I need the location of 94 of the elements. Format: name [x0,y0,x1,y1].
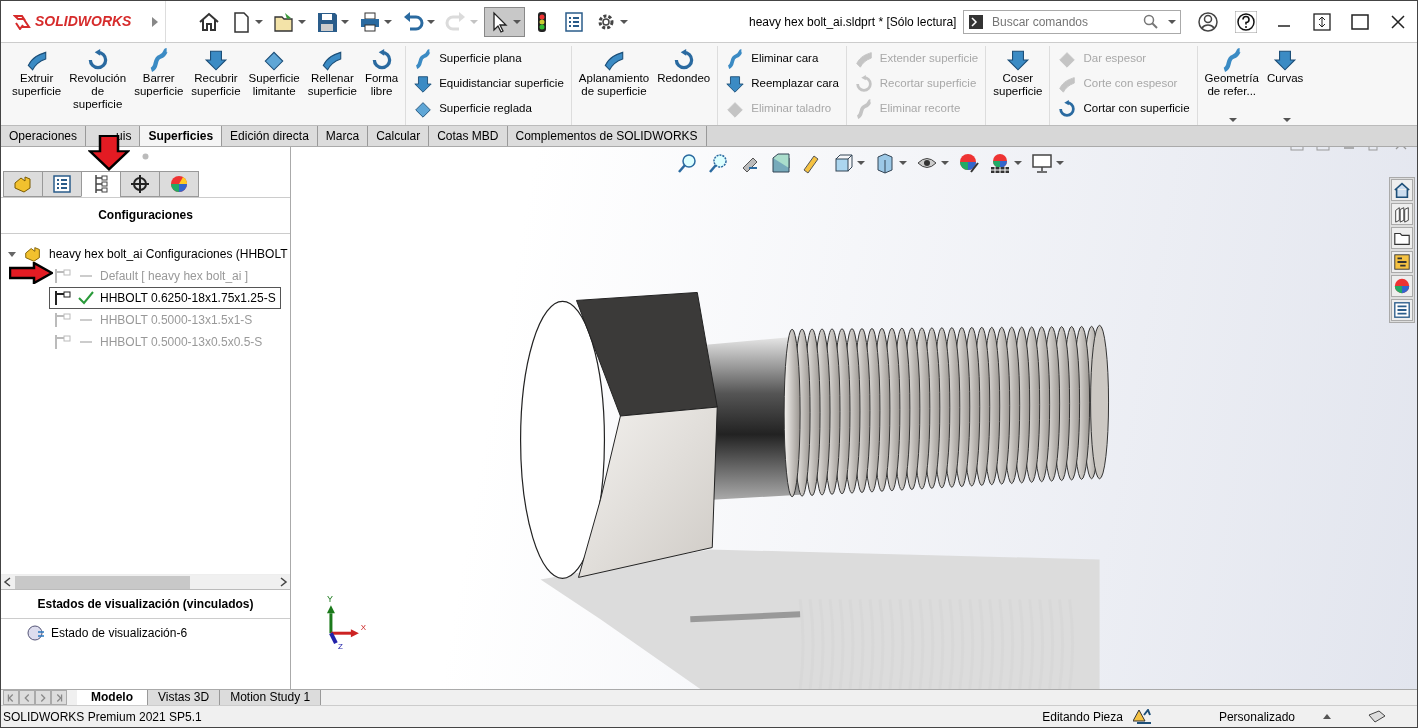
ribbon-button[interactable]: Reemplazar cara [722,71,842,96]
expand-arrow-icon[interactable] [151,16,160,27]
bottom-tab[interactable]: Motion Study 1 [220,690,322,705]
display-style-icon[interactable] [874,152,896,174]
caret-icon[interactable] [384,18,393,25]
logo-icon [13,13,31,30]
rebuild-warning-icon[interactable] [1132,708,1151,725]
command-tab[interactable]: Marca [317,126,369,146]
ribbon-button[interactable]: Aplanamiento de superficie [575,46,653,125]
caret-icon[interactable] [1282,117,1291,123]
caret-icon[interactable] [427,18,436,25]
ribbon-button[interactable]: Redondeo [654,46,714,125]
caret-icon[interactable] [255,18,264,25]
panel-title: Configuraciones [1,198,290,234]
ribbon-button[interactable]: Equidistanciar superficie [410,71,567,96]
scene-icon[interactable] [989,152,1011,174]
command-tab[interactable]: Cotas MBD [429,126,508,146]
bottom-tab[interactable]: Modelo [77,690,148,705]
search-icon [1143,13,1159,30]
save-icon[interactable] [316,10,339,33]
surface-tool-icon[interactable] [413,73,434,94]
undo-icon[interactable] [402,10,425,33]
list-icon[interactable] [51,173,73,195]
color-wheel-icon[interactable] [168,173,190,195]
ribbon-button[interactable]: Superficie limitante [245,46,303,125]
expanded-arrow-icon[interactable] [7,249,17,259]
ribbon-button[interactable]: Extruir superficie [9,46,65,125]
surface-tool-icon[interactable] [1057,98,1078,119]
bottom-tab[interactable]: Vistas 3D [148,690,221,705]
tree-item[interactable]: heavy hex bolt_ai Configuraciones (HHBOLT [49,245,288,263]
ribbon-button[interactable]: Superficie plana [410,46,567,71]
annotation-arrow [9,262,53,284]
caret-icon[interactable] [941,160,949,166]
section-title: Estados de visualización (vinculados) [1,589,290,619]
command-tab[interactable]: Superficies [140,126,223,146]
caret-icon[interactable] [298,18,307,25]
surface-tool-icon[interactable] [1273,48,1298,72]
ribbon-button[interactable]: Rellenar superficie [304,46,360,125]
ribbon-button[interactable]: Forma libre [361,46,402,125]
status-text: Personalizado [1218,708,1295,726]
caret-icon[interactable] [1168,18,1176,25]
command-prompt-icon [968,13,984,30]
toolbar-button[interactable] [484,6,526,37]
surface-tool-icon[interactable] [203,48,228,72]
ribbon-button[interactable]: Geometría de refer... [1201,46,1262,125]
status-text: SOLIDWORKS Premium 2021 SP5.1 [2,708,202,726]
help-icon[interactable] [1235,10,1257,33]
tree-item[interactable]: HHBOLT 0.6250-18x1.75x1.25-S [49,287,281,309]
search-box[interactable]: Buscar comandos [963,9,1181,34]
window-title: heavy hex bolt_ai.sldprt * [Sólo lectura] [748,13,958,31]
status-text: Editando Pieza [1042,708,1123,726]
ribbon-button[interactable]: Recubrir superficie [188,46,244,125]
ribbon-button[interactable]: Curvas [1263,46,1307,125]
monitor-icon[interactable] [1031,152,1053,174]
caret-icon[interactable] [1056,160,1064,166]
display-state-icon [27,624,45,642]
caret-icon[interactable] [341,18,350,25]
command-tab[interactable]: Complementos de SOLIDWORKS [507,126,707,146]
folder-icon[interactable] [273,10,296,33]
view-orientation-icon[interactable] [832,152,854,174]
command-tab[interactable]: Operaciones [1,126,87,146]
ribbon-button[interactable]: Superficie reglada [410,96,567,121]
configuration-icon [54,334,72,350]
ribbon-button[interactable]: Revolución de superficie [66,46,130,125]
caret-icon[interactable] [1014,160,1022,166]
ribbon-button[interactable]: Eliminar cara [722,46,842,71]
caret-icon[interactable] [857,160,865,166]
configuration-icon [54,312,72,328]
logo-text: SOLIDWORKS [35,12,132,31]
checkmark-icon [78,291,94,305]
crosshair-icon[interactable] [129,173,151,195]
configuration-icon [54,268,72,284]
configuration-icon [54,290,72,306]
command-tab[interactable]: Calcular [368,126,430,146]
printer-icon[interactable] [359,10,382,33]
scrollbar-thumb[interactable] [15,575,190,589]
surface-tool-icon[interactable] [1005,48,1030,72]
ribbon-button[interactable]: Cortar con superficie [1054,96,1193,121]
part-icon[interactable] [12,173,34,195]
splitter-handle-icon[interactable] [142,152,149,160]
ribbon-button[interactable]: Barrer superficie [131,46,187,125]
caret-icon[interactable] [620,18,629,25]
part-icon [23,244,43,264]
caret-icon[interactable] [513,18,522,25]
command-tab[interactable]: Edición directa [222,126,318,146]
caret-up-icon[interactable] [1323,714,1331,721]
user-icon[interactable] [1197,10,1219,33]
ribbon-button[interactable]: Coser superficie [990,46,1046,125]
surface-tool-icon[interactable] [725,73,746,94]
panel-tab[interactable] [120,171,160,197]
panel-tab[interactable] [42,171,82,197]
caret-icon[interactable] [1229,117,1238,123]
caret-icon[interactable] [899,160,907,166]
display-state-item[interactable]: Estado de visualización-6 [51,624,188,642]
